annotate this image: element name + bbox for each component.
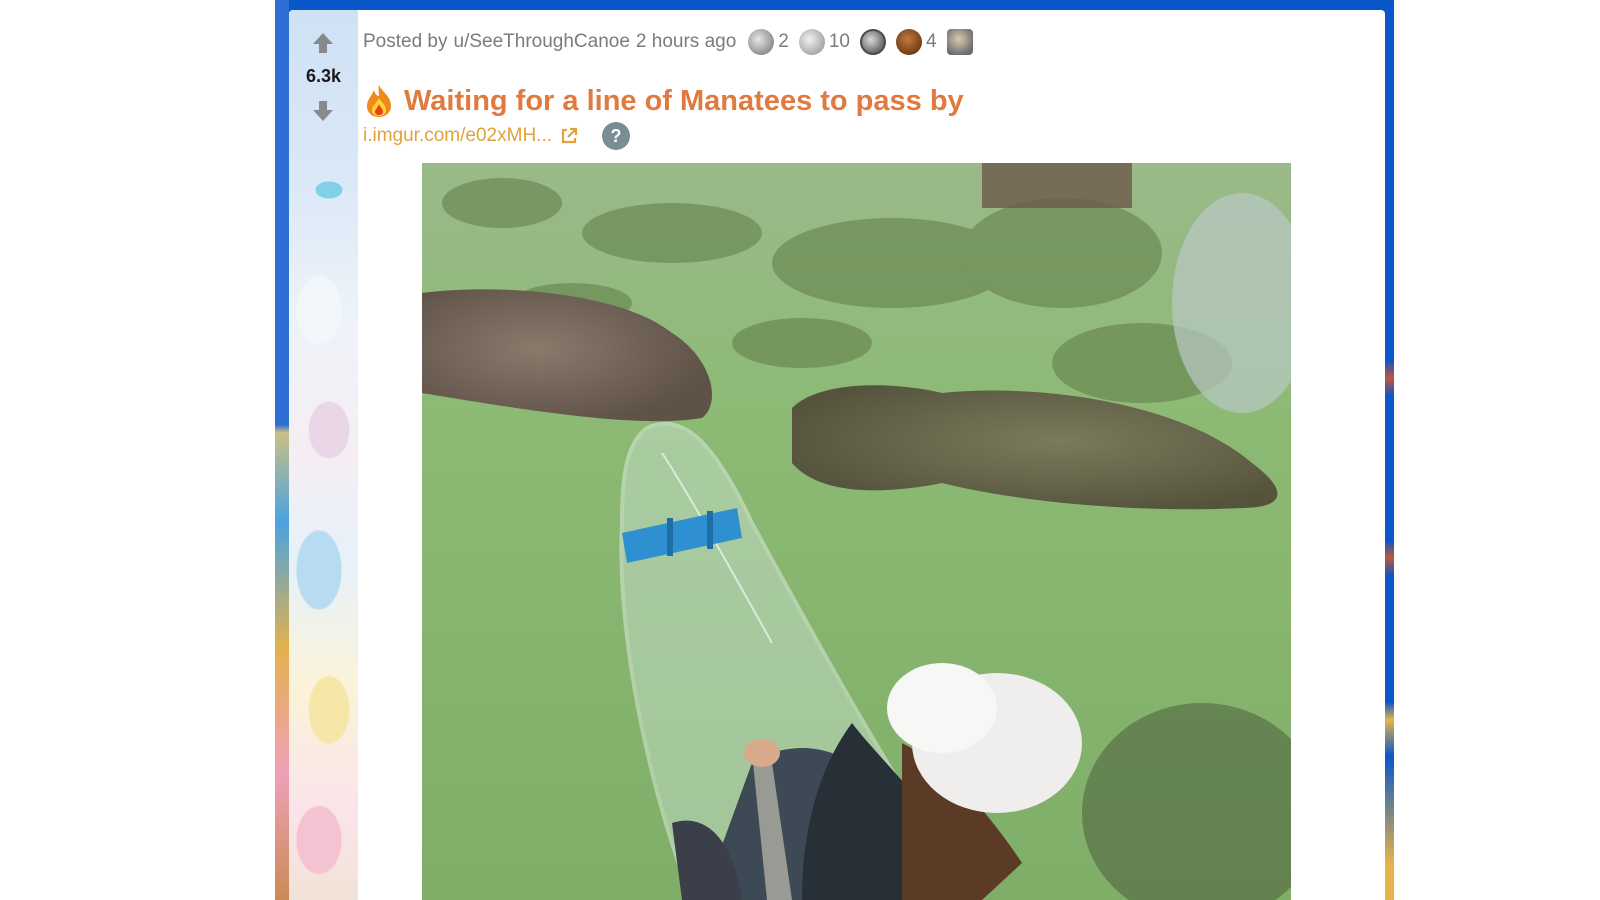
post-time[interactable]: 2 hours ago <box>636 31 736 53</box>
vote-column: 6.3k <box>289 10 358 900</box>
post-media[interactable] <box>422 163 1291 900</box>
posted-by-label: Posted by <box>363 31 448 52</box>
award-count: 2 <box>778 31 789 52</box>
link-row: i.imgur.com/e02xMH... ? <box>363 121 630 151</box>
external-link-icon[interactable] <box>560 127 578 145</box>
upvote-arrow-icon <box>313 33 333 53</box>
external-link[interactable]: i.imgur.com/e02xMH... <box>363 125 552 147</box>
downvote-arrow-icon <box>313 101 333 121</box>
post-meta: Posted by u/SeeThroughCanoe 2 hours ago … <box>363 27 983 57</box>
fire-icon <box>367 85 391 117</box>
help-icon[interactable]: ? <box>602 122 630 150</box>
manatee-canoe-image <box>422 163 1291 900</box>
post-title[interactable]: Waiting for a line of Manatees to pass b… <box>404 85 964 118</box>
downvote-button[interactable] <box>310 98 336 124</box>
award-silver[interactable]: 2 <box>748 29 793 55</box>
post-card: 6.3k Posted by u/SeeThroughCanoe 2 hours… <box>289 10 1385 900</box>
silver-award-icon <box>748 29 775 55</box>
award-coin[interactable] <box>860 29 890 55</box>
coin-award-icon <box>860 29 886 55</box>
upvote-button[interactable] <box>310 30 336 56</box>
award-group[interactable] <box>946 29 977 55</box>
award-count: 4 <box>926 31 937 52</box>
bear-award-icon <box>896 29 922 55</box>
award-bear[interactable]: 4 <box>896 29 941 55</box>
vote-score: 6.3k <box>305 66 342 86</box>
helpful-award-icon <box>798 29 825 55</box>
group-award-icon <box>946 29 973 55</box>
coral-background-left <box>275 0 289 900</box>
coral-background-right <box>1385 0 1394 900</box>
award-helpful[interactable]: 10 <box>798 29 854 55</box>
title-row: Waiting for a line of Manatees to pass b… <box>364 82 964 120</box>
author-link[interactable]: u/SeeThroughCanoe <box>454 31 630 53</box>
award-count: 10 <box>828 31 850 52</box>
